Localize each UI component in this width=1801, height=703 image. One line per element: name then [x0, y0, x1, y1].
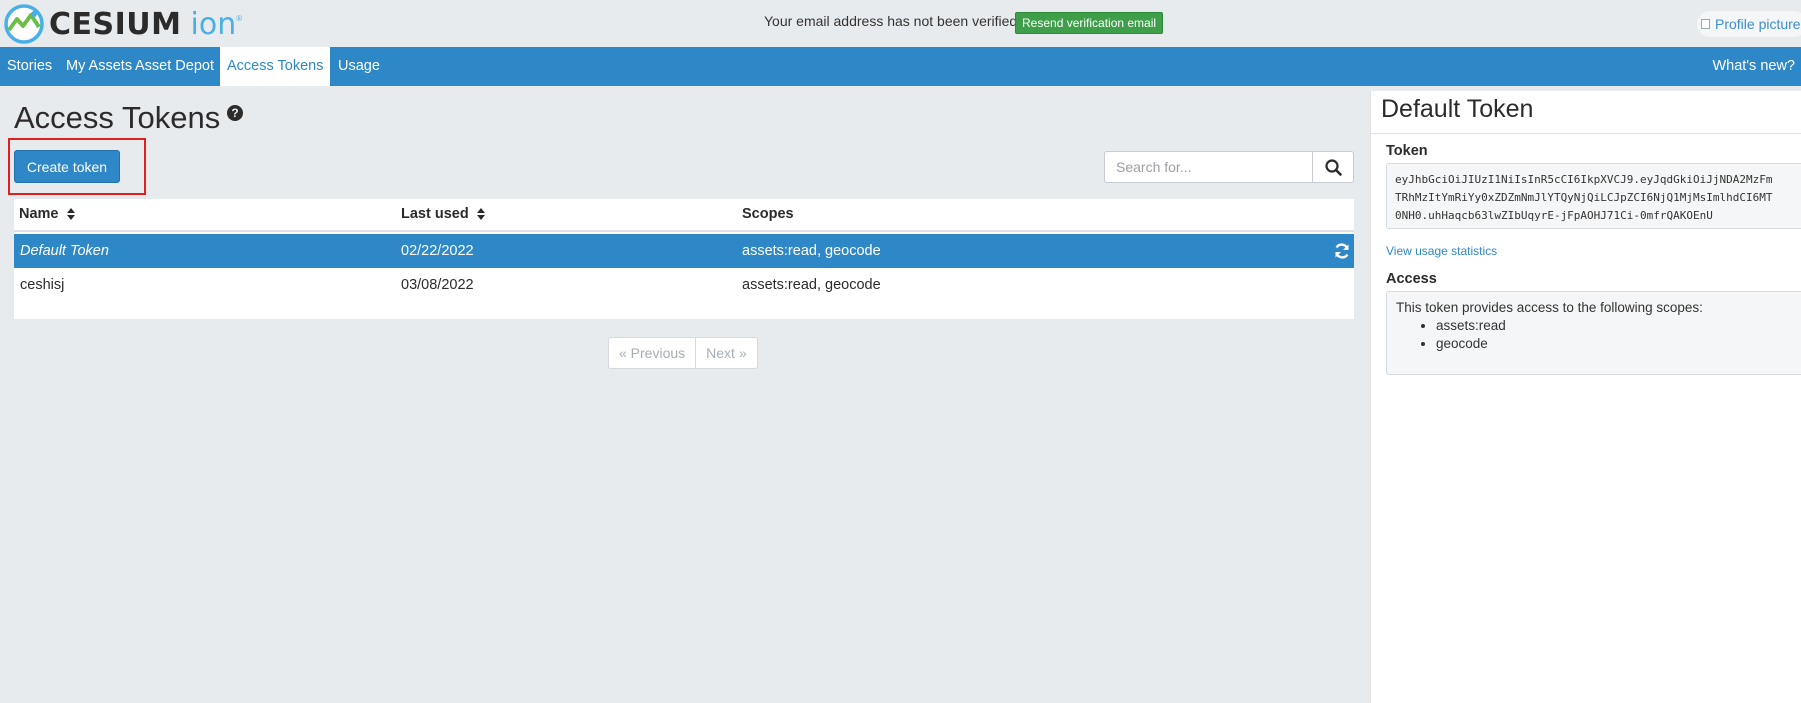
main-nav: Stories My Assets Asset Depot Access Tok…	[0, 47, 1801, 86]
profile-picture[interactable]: Profile picture	[1697, 11, 1801, 37]
column-header-label: Last used	[401, 206, 469, 222]
divider	[1371, 133, 1801, 134]
pagination: « Previous Next »	[608, 337, 758, 369]
token-label: Token	[1386, 143, 1428, 159]
search-button[interactable]	[1312, 151, 1354, 183]
broken-image-icon	[1701, 19, 1710, 29]
token-value[interactable]: eyJhbGciOiJIUzI1NiIsInR5cCI6IkpXVCJ9.eyJ…	[1386, 163, 1801, 229]
token-line: TRhMzItYmRiYy0xZDZmNmJlYTQyNjQiLCJpZCI6N…	[1395, 191, 1773, 204]
token-name: Default Token	[20, 243, 109, 259]
token-line: 0NH0.uhHaqcb63lwZIbUqyrE-jFpAOHJ71Ci-0mf…	[1395, 209, 1713, 222]
question-circle-icon[interactable]: ?	[227, 105, 243, 121]
nav-access-tokens[interactable]: Access Tokens	[220, 47, 331, 86]
access-scopes: This token provides access to the follow…	[1386, 291, 1801, 375]
create-token-button[interactable]: Create token	[14, 150, 120, 183]
access-description: This token provides access to the follow…	[1396, 300, 1703, 315]
column-header-label: Scopes	[742, 206, 794, 222]
logo-trademark: ®	[236, 14, 243, 23]
nav-asset-depot[interactable]: Asset Depot	[128, 47, 221, 86]
top-bar: CESIUM ion ® Your email address has not …	[0, 0, 1801, 47]
page-title: Access Tokens	[14, 100, 221, 135]
sort-icon	[476, 208, 485, 221]
token-scopes: assets:read, geocode	[742, 243, 881, 259]
access-label: Access	[1386, 271, 1437, 287]
next-page-button[interactable]: Next »	[696, 337, 758, 369]
scope-item: assets:read	[1436, 317, 1796, 335]
search-icon	[1324, 158, 1342, 176]
whats-new-link[interactable]: What's new?	[1712, 47, 1795, 86]
table-row[interactable]: Default Token 02/22/2022 assets:read, ge…	[14, 234, 1354, 268]
sort-icon	[66, 208, 75, 221]
nav-stories[interactable]: Stories	[0, 47, 59, 86]
token-details-panel: Default Token Token eyJhbGciOiJIUzI1NiIs…	[1370, 91, 1801, 703]
scope-list: assets:read geocode	[1396, 317, 1796, 353]
search-input[interactable]	[1104, 151, 1312, 183]
token-scopes: assets:read, geocode	[742, 277, 881, 293]
cesium-ion-logo[interactable]: CESIUM ion ®	[4, 4, 242, 44]
token-details-title: Default Token	[1381, 95, 1534, 123]
tokens-table: Name Last used Scopes Default Token 02/2…	[14, 199, 1354, 319]
view-usage-statistics-link[interactable]: View usage statistics	[1386, 244, 1497, 258]
email-unverified-message: Your email address has not been verified…	[764, 13, 1022, 29]
token-last-used: 03/08/2022	[401, 277, 474, 293]
previous-page-button[interactable]: « Previous	[608, 337, 697, 369]
column-header-scopes: Scopes	[742, 199, 794, 230]
table-header: Name Last used Scopes	[14, 199, 1354, 232]
column-header-name[interactable]: Name	[19, 199, 75, 230]
column-header-last-used[interactable]: Last used	[401, 199, 485, 230]
regenerate-icon[interactable]	[1333, 242, 1351, 260]
nav-usage[interactable]: Usage	[331, 47, 387, 86]
cesium-logo-icon	[4, 4, 44, 44]
table-row[interactable]: ceshisj 03/08/2022 assets:read, geocode	[14, 268, 1354, 302]
logo-product: ion	[190, 6, 237, 42]
token-last-used: 02/22/2022	[401, 243, 474, 259]
profile-picture-alt: Profile picture	[1715, 16, 1801, 32]
token-name: ceshisj	[20, 277, 65, 293]
logo-wordmark: CESIUM	[49, 6, 182, 42]
resend-verification-button[interactable]: Resend verification email	[1015, 12, 1164, 34]
token-line: eyJhbGciOiJIUzI1NiIsInR5cCI6IkpXVCJ9.eyJ…	[1395, 173, 1773, 186]
scope-item: geocode	[1436, 335, 1796, 353]
column-header-label: Name	[19, 206, 59, 222]
token-search	[1104, 151, 1354, 183]
